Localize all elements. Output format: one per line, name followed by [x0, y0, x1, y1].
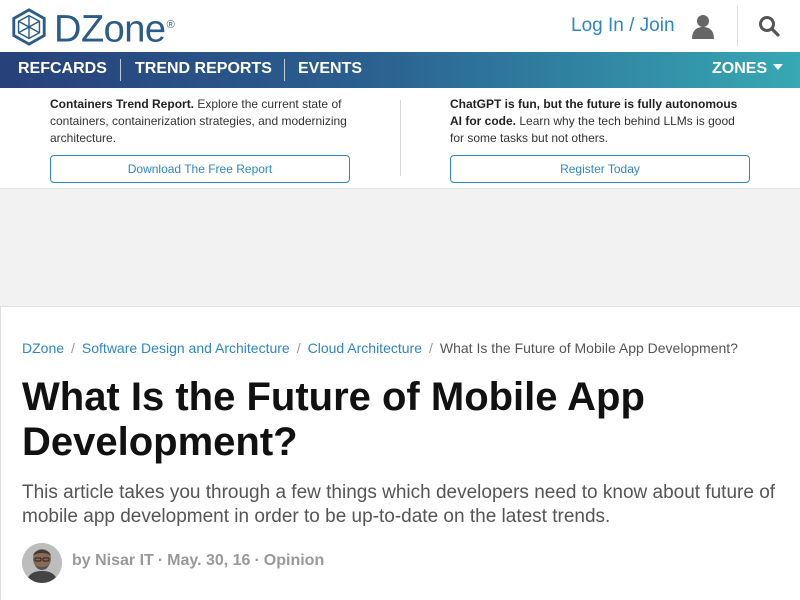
nav-events[interactable]: EVENTS: [298, 52, 362, 88]
promo-banner: Containers Trend Report. Explore the cur…: [0, 88, 800, 189]
user-icon[interactable]: [690, 13, 716, 39]
login-join-link[interactable]: Log In / Join: [571, 15, 675, 37]
search-icon[interactable]: [758, 15, 780, 37]
nav-trend-reports[interactable]: TREND REPORTS: [135, 52, 272, 88]
dzone-logo-icon: [12, 8, 46, 47]
dzone-logo[interactable]: DZone®: [10, 6, 175, 51]
nav-divider: [120, 59, 121, 81]
promo-title: Containers Trend Report.: [50, 97, 195, 111]
byline-prefix: by: [72, 552, 91, 569]
breadcrumb-current: What Is the Future of Mobile App Develop…: [439, 340, 738, 356]
breadcrumb-separator: /: [296, 340, 301, 356]
breadcrumb-separator: /: [429, 340, 433, 356]
avatar-image: [22, 543, 62, 583]
breadcrumb-link-cloud-architecture[interactable]: Cloud Architecture: [308, 340, 422, 356]
publish-date: May. 30, 16: [167, 552, 251, 569]
byline-dot: ·: [254, 552, 260, 569]
article-subtitle: This article takes you through a few thi…: [22, 482, 776, 527]
download-report-button[interactable]: Download The Free Report: [50, 155, 350, 183]
register-today-button[interactable]: Register Today: [450, 155, 750, 183]
nav-refcards[interactable]: REFCARDS: [18, 52, 107, 88]
author-name[interactable]: Nisar IT: [95, 552, 154, 569]
nav-zones-label: ZONES: [712, 60, 768, 77]
nav-divider: [284, 59, 285, 81]
chevron-down-icon: [773, 63, 784, 70]
article-card: DZone / Software Design and Architecture / C…: [0, 306, 800, 600]
logo-wordmark: DZone®: [54, 8, 175, 51]
promo-divider: [400, 100, 401, 176]
article-category[interactable]: Opinion: [264, 552, 324, 569]
author-avatar[interactable]: [22, 543, 62, 583]
breadcrumb: DZone / Software Design and Architecture / C…: [22, 340, 738, 356]
header-divider: [737, 6, 738, 46]
article-byline: by Nisar IT · May. 30, 16 · Opinion: [72, 552, 324, 570]
byline-dot: ·: [157, 552, 164, 569]
breadcrumb-separator: /: [71, 340, 75, 356]
promo-containers-text: Containers Trend Report. Explore the cur…: [50, 96, 350, 147]
main-nav: REFCARDS TREND REPORTS EVENTS ZONES: [0, 52, 800, 88]
site-header: DZone® Log In / Join: [0, 0, 800, 52]
breadcrumb-link-dzone[interactable]: DZone: [22, 340, 64, 356]
article-title: What Is the Future of Mobile App Develop…: [22, 375, 645, 464]
promo-ai-text: ChatGPT is fun, but the future is fully …: [450, 96, 750, 147]
nav-zones-dropdown[interactable]: ZONES: [712, 52, 784, 88]
breadcrumb-link-software-design[interactable]: Software Design and Architecture: [82, 340, 290, 356]
